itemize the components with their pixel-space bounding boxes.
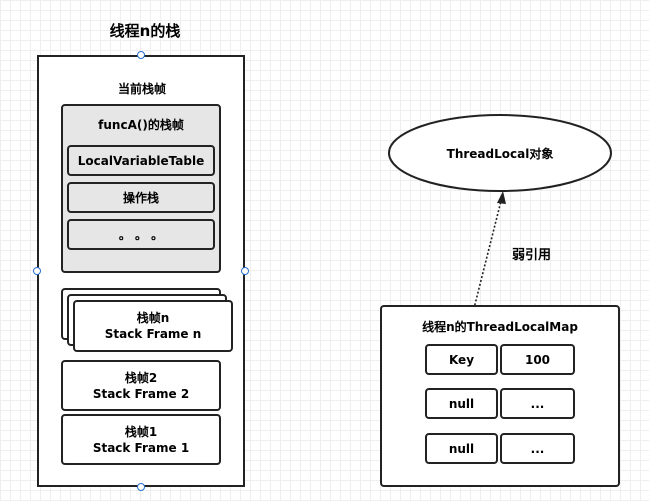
weak-reference-label: 弱引用 — [512, 248, 552, 263]
map-entry-2-key[interactable]: null — [425, 388, 498, 419]
map-entry-3-value[interactable]: ... — [500, 433, 575, 464]
map-entry-1-value[interactable]: 100 — [500, 344, 575, 375]
map-entry-3-key[interactable]: null — [425, 433, 498, 464]
map-entry-2-value[interactable]: ... — [500, 388, 575, 419]
threadlocalmap-title: 线程n的ThreadLocalMap — [422, 320, 578, 334]
threadlocal-object-label[interactable]: ThreadLocal对象 — [400, 143, 600, 163]
map-entry-1-key[interactable]: Key — [425, 344, 498, 375]
weak-ref-arrowhead-icon — [497, 191, 506, 204]
